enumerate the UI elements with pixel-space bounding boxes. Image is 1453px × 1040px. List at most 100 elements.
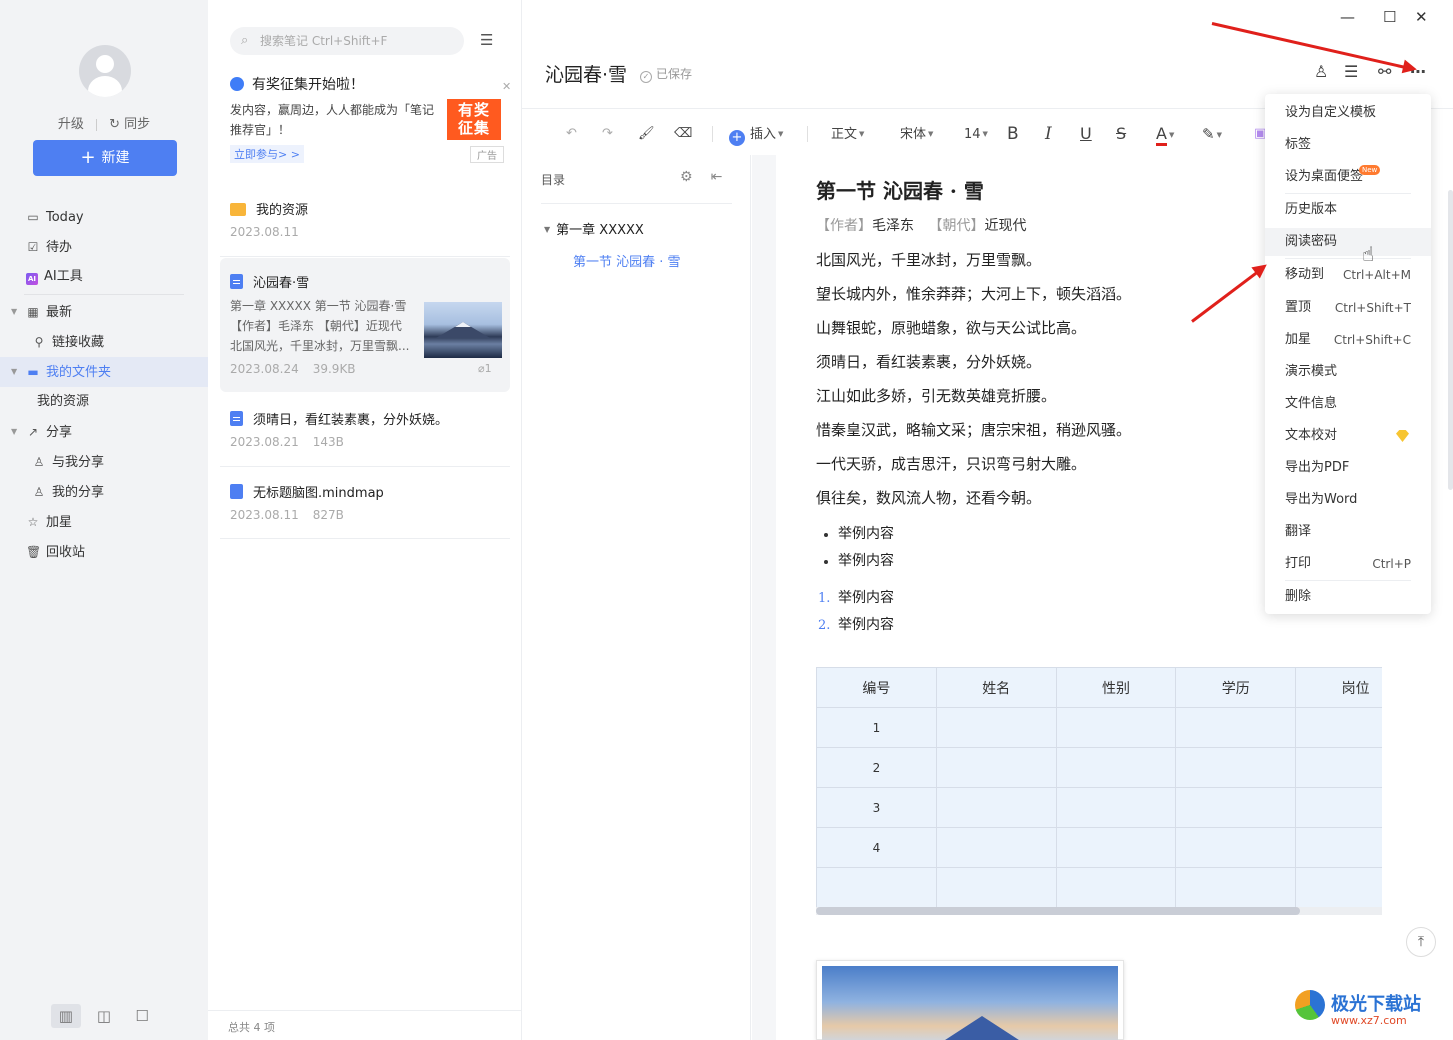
table-cell[interactable] [1055, 707, 1177, 748]
table-cell[interactable] [935, 867, 1057, 908]
back-to-top-icon[interactable]: ⤒ [1406, 927, 1436, 957]
list-item[interactable]: 须晴日，看红装素裹，分外妖娆。 2023.08.21 143B [220, 409, 510, 457]
ad-image[interactable]: 有奖 征集 [447, 99, 501, 140]
ad-banner[interactable]: 有奖征集开始啦！ ✕ 发内容，赢周边，人人都能成为「笔记推荐官」！ 立即参与> … [220, 70, 512, 166]
menu-item-desktop-sticky[interactable]: 设为桌面便签New [1265, 163, 1431, 191]
caret-down-icon[interactable]: ▼ [11, 417, 17, 447]
menu-item-export-word[interactable]: 导出为Word [1265, 486, 1431, 514]
table-cell[interactable] [1055, 827, 1177, 868]
table-cell[interactable]: 2 [816, 747, 937, 788]
list-item[interactable]: 无标题脑图.mindmap 2023.08.11 827B [220, 482, 510, 530]
menu-item-print[interactable]: 打印 Ctrl+P [1265, 550, 1431, 578]
two-column-layout-icon[interactable]: ◫ [89, 1004, 119, 1028]
menu-item-move-to[interactable]: 移动到 Ctrl+Alt+M [1265, 261, 1431, 289]
table-cell[interactable]: 4 [816, 827, 937, 868]
menu-item-translate[interactable]: 翻译 [1265, 518, 1431, 546]
table-header-cell[interactable]: 岗位 [1295, 667, 1382, 708]
table-header-cell[interactable]: 编号 [816, 667, 937, 708]
sort-icon[interactable]: ☰ [480, 31, 493, 49]
sidebar-item-recent[interactable]: ▼ ▦ 最新 [0, 297, 208, 327]
ad-join-link[interactable]: 立即参与> > [230, 145, 304, 163]
table-header-cell[interactable]: 姓名 [935, 667, 1057, 708]
list-item-selected[interactable]: 沁园春·雪 第一章 XXXXX 第一节 沁园春·雪 【作者】毛泽东 【朝代】近现… [220, 258, 510, 392]
underline-button[interactable]: U [1080, 120, 1092, 148]
bold-button[interactable]: B [1007, 120, 1019, 148]
maximize-icon[interactable]: ☐ [1383, 8, 1396, 26]
format-painter-icon[interactable]: 🖌 [638, 120, 655, 148]
table-cell[interactable] [1175, 867, 1297, 908]
menu-item-presentation[interactable]: 演示模式 [1265, 358, 1431, 386]
table-cell[interactable] [1055, 867, 1177, 908]
upgrade-link[interactable]: 升级 [58, 117, 84, 132]
table-cell[interactable] [1295, 867, 1382, 908]
sidebar-item-ai-tools[interactable]: AI AI工具 [0, 262, 208, 292]
table-cell[interactable] [1295, 747, 1382, 788]
eraser-icon[interactable]: ⌫ [674, 120, 692, 148]
find-replace-icon[interactable]: ☰ [1344, 62, 1358, 81]
table-cell[interactable] [816, 867, 937, 908]
table-horizontal-scrollbar[interactable] [816, 907, 1382, 915]
table-cell[interactable] [1175, 827, 1297, 868]
table-cell[interactable] [1295, 787, 1382, 828]
close-window-icon[interactable]: ✕ [1415, 8, 1428, 26]
sidebar-item-shared-with-me[interactable]: ♙ 与我分享 [0, 447, 208, 477]
sidebar-item-share[interactable]: ▼ ↗ 分享 [0, 417, 208, 447]
undo-icon[interactable]: ↶ [566, 120, 577, 148]
menu-item-star[interactable]: 加星 Ctrl+Shift+C [1265, 326, 1431, 354]
sidebar-item-today[interactable]: ▭ Today [0, 202, 208, 232]
new-button[interactable]: + 新建 [33, 140, 177, 176]
three-column-layout-icon[interactable]: ▥ [50, 1004, 81, 1028]
table-header-cell[interactable]: 学历 [1175, 667, 1297, 708]
sidebar-item-my-resources[interactable]: 我的资源 [0, 387, 208, 417]
paragraph-style-select[interactable]: 正文 ▼ [831, 120, 864, 148]
highlight-icon[interactable]: ✎ ▼ [1202, 120, 1222, 148]
toc-item-chapter[interactable]: ▼ 第一章 XXXXX [544, 219, 644, 238]
sidebar-item-link-favorites[interactable]: ⚲ 链接收藏 [0, 327, 208, 357]
insert-button[interactable]: + 插入 ▼ [729, 120, 783, 148]
table-cell[interactable]: 1 [816, 707, 937, 748]
font-color-button[interactable]: A ▼ [1156, 120, 1174, 148]
caret-down-icon[interactable]: ▼ [11, 297, 17, 327]
close-icon[interactable]: ✕ [502, 80, 511, 93]
menu-item-set-template[interactable]: 设为自定义模板 [1265, 99, 1431, 127]
caret-down-icon[interactable]: ▼ [11, 357, 17, 387]
vertical-scrollbar[interactable] [1448, 190, 1453, 490]
settings-icon[interactable]: ⚙ [680, 169, 693, 185]
table-cell[interactable] [1175, 707, 1297, 748]
toc-item-section[interactable]: 第一节 沁园春 · 雪 [573, 251, 681, 270]
search-input[interactable]: ⌕ 搜索笔记 Ctrl+Shift+F [230, 27, 464, 55]
page-title[interactable]: 沁园春·雪 [545, 60, 627, 87]
sidebar-item-todo[interactable]: ☑ 待办 [0, 232, 208, 262]
italic-button[interactable]: I [1045, 120, 1052, 148]
share-user-icon[interactable]: ♙ [1314, 62, 1328, 81]
table-cell[interactable] [1055, 747, 1177, 788]
table-cell[interactable] [935, 787, 1057, 828]
table-cell[interactable] [935, 747, 1057, 788]
table-cell[interactable] [935, 707, 1057, 748]
menu-item-file-info[interactable]: 文件信息 [1265, 390, 1431, 418]
font-family-select[interactable]: 宋体 ▼ [900, 120, 933, 148]
list-item[interactable]: 我的资源 2023.08.11 [220, 199, 510, 247]
menu-item-read-password[interactable]: 阅读密码 [1265, 228, 1431, 256]
sidebar-item-recycle-bin[interactable]: 🗑 回收站 [0, 537, 208, 567]
menu-item-tags[interactable]: 标签 [1265, 131, 1431, 159]
strikethrough-button[interactable]: S [1116, 120, 1126, 148]
sync-icon[interactable]: ↻ [109, 117, 120, 132]
sidebar-item-starred[interactable]: ☆ 加星 [0, 507, 208, 537]
sidebar-item-my-shares[interactable]: ♙ 我的分享 [0, 477, 208, 507]
sync-link[interactable]: 同步 [124, 117, 150, 132]
menu-item-history[interactable]: 历史版本 [1265, 196, 1431, 224]
caret-down-icon[interactable]: ▼ [544, 225, 550, 234]
table-cell[interactable] [1295, 827, 1382, 868]
table-cell[interactable] [1175, 747, 1297, 788]
table-header-cell[interactable]: 性别 [1055, 667, 1177, 708]
data-table[interactable]: 编号 姓名 性别 学历 岗位 1 2 3 4 [816, 667, 1382, 915]
avatar[interactable] [79, 45, 131, 97]
single-column-layout-icon[interactable]: ☐ [127, 1004, 157, 1028]
embedded-image[interactable] [816, 960, 1124, 1040]
menu-item-export-pdf[interactable]: 导出为PDF [1265, 454, 1431, 482]
collapse-panel-icon[interactable]: ⇤ [711, 169, 723, 185]
menu-item-proofread[interactable]: 文本校对 [1265, 422, 1431, 450]
table-cell[interactable] [1175, 787, 1297, 828]
menu-item-delete[interactable]: 删除 [1265, 583, 1431, 611]
